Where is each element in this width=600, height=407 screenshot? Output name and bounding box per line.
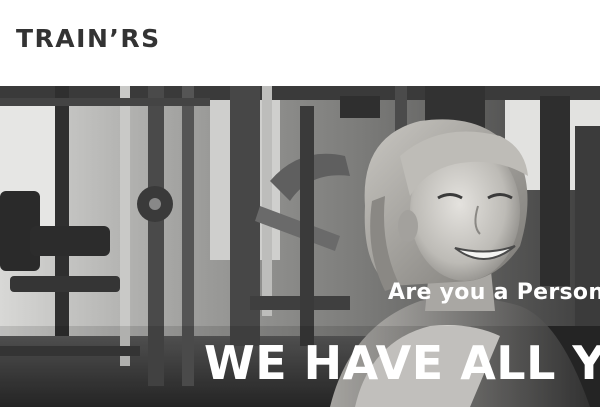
hero-banner: Are you a Person WE HAVE ALL Y <box>0 86 600 407</box>
brand-logo[interactable]: TRAIN’RS <box>16 24 161 54</box>
hero-subtitle: Are you a Person <box>388 280 600 305</box>
page: TRAIN’RS Are you a Person WE HAVE ALL Y <box>0 0 600 407</box>
hero-title: WE HAVE ALL Y <box>204 336 600 390</box>
site-header: TRAIN’RS <box>0 0 600 86</box>
